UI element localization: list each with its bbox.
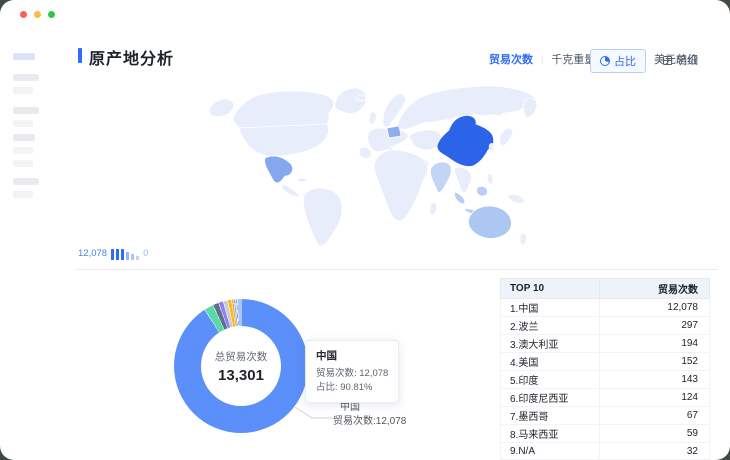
detail-grid-icon xyxy=(663,56,672,65)
minimize-window-button[interactable] xyxy=(34,11,41,18)
callout-value: 贸易次数:12,078 xyxy=(333,412,406,427)
legend-bar xyxy=(136,256,139,260)
donut-center: 总贸易次数 13,301 xyxy=(201,326,281,406)
donut-tooltip: 中国 贸易次数: 12,078 占比: 90.81% xyxy=(305,340,399,403)
table-row[interactable]: 6.印度尼西亚124 xyxy=(501,389,710,407)
section-divider xyxy=(75,269,718,270)
table-row[interactable]: 4.美国152 xyxy=(501,353,710,371)
table-header-row: TOP 10 贸易次数 xyxy=(501,279,710,299)
table-header-rank: TOP 10 xyxy=(501,279,600,299)
table-row[interactable]: 5.印度143 xyxy=(501,371,710,389)
table-row[interactable]: 1.中国12,078 xyxy=(501,299,710,317)
donut-chart[interactable]: 总贸易次数 13,301 xyxy=(174,299,308,433)
legend-bar xyxy=(111,249,114,260)
sidebar-item[interactable] xyxy=(13,74,39,81)
row-name: 4.美国 xyxy=(501,353,600,371)
row-name: 2.波兰 xyxy=(501,317,600,335)
legend-bar xyxy=(116,249,119,260)
row-name: 7.墨西哥 xyxy=(501,407,600,425)
row-name: 8.马来西亚 xyxy=(501,425,600,443)
detail-button-label: 明细 xyxy=(676,52,698,68)
sidebar-item[interactable] xyxy=(13,107,39,114)
row-value: 12,078 xyxy=(600,299,710,317)
app-window: 原产地分析 贸易次数|千克重量|数量|美元总价 占比 明细 xyxy=(0,0,730,460)
close-window-button[interactable] xyxy=(20,11,27,18)
sidebar-item[interactable] xyxy=(13,147,33,154)
table-row[interactable]: 7.墨西哥67 xyxy=(501,407,710,425)
row-value: 152 xyxy=(600,353,710,371)
ratio-button-label: 占比 xyxy=(614,53,636,69)
row-value: 32 xyxy=(600,443,710,460)
sidebar-item[interactable] xyxy=(13,87,33,94)
legend-bar xyxy=(126,252,129,260)
table-header-metric: 贸易次数 xyxy=(600,279,710,299)
sidebar-item-active[interactable] xyxy=(13,53,35,60)
row-value: 143 xyxy=(600,371,710,389)
top10-table-body: 1.中国12,0782.波兰2973.澳大利亚1944.美国1525.印度143… xyxy=(501,299,710,460)
sidebar-item[interactable] xyxy=(13,120,33,127)
tooltip-ratio: 占比: 90.81% xyxy=(316,381,388,395)
page-title: 原产地分析 xyxy=(89,45,174,69)
top10-table: TOP 10 贸易次数 1.中国12,0782.波兰2973.澳大利亚1944.… xyxy=(500,278,710,460)
tab-1[interactable]: 贸易次数 xyxy=(481,51,541,67)
row-value: 67 xyxy=(600,407,710,425)
title-accent-bar xyxy=(78,48,82,63)
ratio-button[interactable]: 占比 xyxy=(590,49,646,73)
tooltip-trade-count: 贸易次数: 12,078 xyxy=(316,367,388,381)
row-value: 194 xyxy=(600,335,710,353)
table-row[interactable]: 8.马来西亚59 xyxy=(501,425,710,443)
table-row[interactable]: 3.澳大利亚194 xyxy=(501,335,710,353)
row-name: 1.中国 xyxy=(501,299,600,317)
legend-max-value: 12,078 xyxy=(78,248,107,260)
zoom-window-button[interactable] xyxy=(48,11,55,18)
detail-button[interactable]: 明细 xyxy=(663,52,698,68)
sidebar-item[interactable] xyxy=(13,191,33,198)
sidebar-item[interactable] xyxy=(13,160,33,167)
tooltip-title: 中国 xyxy=(316,348,388,363)
legend-bar xyxy=(121,249,124,260)
row-name: 5.印度 xyxy=(501,371,600,389)
legend-bar xyxy=(131,254,134,260)
row-value: 297 xyxy=(600,317,710,335)
sidebar-item[interactable] xyxy=(13,134,35,141)
donut-center-value: 13,301 xyxy=(218,367,264,384)
row-value: 124 xyxy=(600,389,710,407)
donut-center-label: 总贸易次数 xyxy=(215,349,268,364)
map-color-legend: 12,078 0 xyxy=(78,246,148,260)
world-map[interactable] xyxy=(185,84,545,254)
callout-leader-line xyxy=(292,404,336,422)
pie-chart-icon xyxy=(600,56,610,66)
sidebar-item[interactable] xyxy=(13,178,39,185)
row-value: 59 xyxy=(600,425,710,443)
row-name: 6.印度尼西亚 xyxy=(501,389,600,407)
table-row[interactable]: 2.波兰297 xyxy=(501,317,710,335)
row-name: 9.N/A xyxy=(501,443,600,460)
legend-min-value: 0 xyxy=(143,248,148,260)
row-name: 3.澳大利亚 xyxy=(501,335,600,353)
map-legend-bars xyxy=(111,248,139,260)
table-row[interactable]: 9.N/A32 xyxy=(501,443,710,460)
